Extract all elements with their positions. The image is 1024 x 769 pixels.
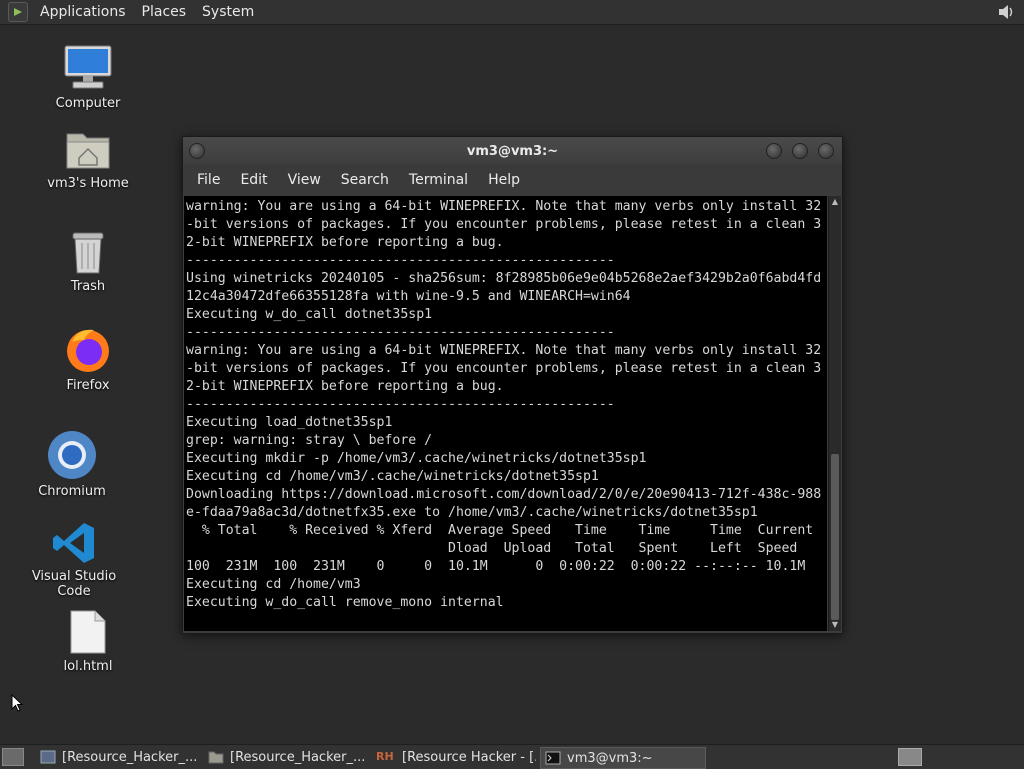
terminal-window: vm3@vm3:~ File Edit View Search Terminal… [182, 136, 843, 634]
volume-icon[interactable] [996, 2, 1016, 22]
window-titlebar[interactable]: vm3@vm3:~ [183, 137, 842, 165]
window-title: vm3@vm3:~ [466, 143, 559, 159]
menu-edit[interactable]: Edit [230, 172, 277, 188]
window-menubar: File Edit View Search Terminal Help [183, 165, 842, 195]
menu-terminal[interactable]: Terminal [399, 172, 478, 188]
menu-applications[interactable]: Applications [32, 4, 134, 20]
desktop-icon-label: Firefox [66, 378, 110, 393]
chromium-icon [47, 430, 97, 480]
terminal-scrollbar[interactable]: ▲ ▼ [828, 196, 841, 631]
terminal-output[interactable]: warning: You are using a 64-bit WINEPREF… [184, 196, 827, 631]
mouse-cursor-icon [11, 693, 24, 716]
desktop-icon-home[interactable]: vm3's Home [33, 128, 143, 191]
desktop-icon-chromium[interactable]: Chromium [17, 430, 127, 499]
minimize-button[interactable] [766, 143, 782, 159]
bottom-taskbar: [Resource_Hacker_... [Resource_Hacker_..… [0, 744, 1024, 769]
scrollbar-thumb[interactable] [831, 454, 839, 620]
menu-system[interactable]: System [194, 4, 262, 20]
desktop-icon-label: Chromium [38, 484, 106, 499]
taskbar-item[interactable]: [Resource_Hacker_... [204, 747, 364, 767]
scroll-down-icon[interactable]: ▼ [829, 619, 841, 631]
taskbar-item[interactable]: [Resource_Hacker_... [36, 747, 196, 767]
desktop-icon-label: vm3's Home [47, 176, 129, 191]
desktop-icon-firefox[interactable]: Firefox [33, 326, 143, 393]
window-menu-button[interactable] [189, 143, 205, 159]
taskbar-item-active[interactable]: vm3@vm3:~ [540, 747, 706, 769]
home-folder-icon [65, 128, 111, 172]
taskbar-item-label: [Resource Hacker - [... [402, 749, 536, 765]
distro-logo-icon[interactable] [8, 2, 28, 22]
trash-icon [68, 229, 108, 275]
desktop-icon-label: Computer [55, 96, 121, 111]
menu-search[interactable]: Search [331, 172, 399, 188]
terminal-text: warning: You are using a 64-bit WINEPREF… [186, 199, 822, 610]
show-desktop-icon[interactable] [2, 748, 24, 766]
close-button[interactable] [818, 143, 834, 159]
wine-app-icon [40, 750, 56, 764]
desktop-icon-label: Trash [70, 279, 106, 294]
menu-view[interactable]: View [278, 172, 331, 188]
desktop-icon-vscode[interactable]: Visual Studio Code [19, 521, 129, 599]
desktop-icon-lol-html[interactable]: lol.html [33, 609, 143, 674]
scroll-up-icon[interactable]: ▲ [829, 196, 841, 208]
taskbar-item[interactable]: RH [Resource Hacker - [... [372, 747, 536, 767]
menu-help[interactable]: Help [478, 172, 530, 188]
top-panel: Applications Places System [0, 0, 1024, 25]
desktop-icon-label: Visual Studio Code [31, 569, 117, 599]
resource-hacker-icon: RH [376, 750, 394, 763]
taskbar-item-label: vm3@vm3:~ [567, 750, 653, 766]
taskbar-item-label: [Resource_Hacker_... [62, 749, 196, 765]
maximize-button[interactable] [792, 143, 808, 159]
desktop-icon-label: lol.html [63, 659, 113, 674]
desktop-icon-trash[interactable]: Trash [33, 229, 143, 294]
folder-icon [208, 750, 224, 764]
terminal-icon [545, 751, 561, 765]
menu-places[interactable]: Places [134, 4, 195, 20]
menu-file[interactable]: File [187, 172, 230, 188]
taskbar-item-label: [Resource_Hacker_... [230, 749, 364, 765]
workspace-switcher[interactable] [898, 748, 922, 766]
file-icon [69, 609, 107, 655]
vscode-icon [52, 521, 96, 565]
computer-icon [63, 44, 113, 92]
firefox-icon [64, 326, 112, 374]
desktop-icon-computer[interactable]: Computer [33, 44, 143, 111]
